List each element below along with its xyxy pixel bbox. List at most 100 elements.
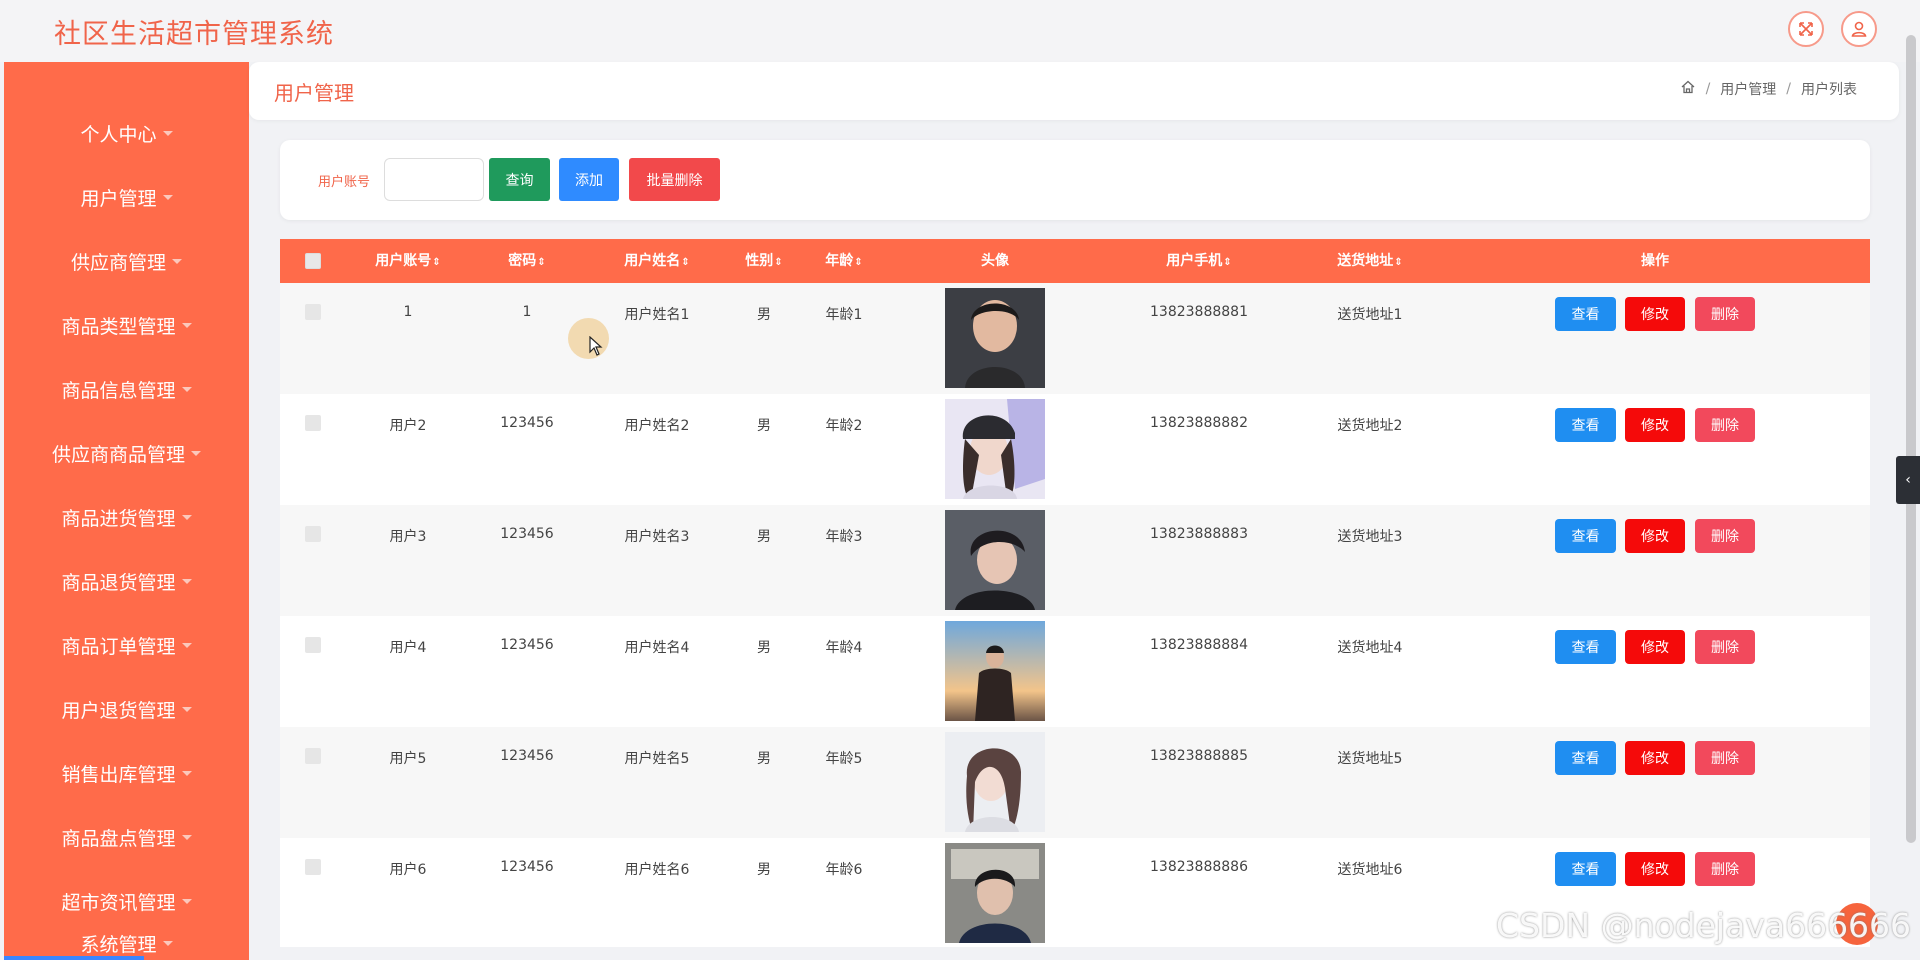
row-checkbox[interactable] — [305, 859, 321, 875]
cell-gender: 男 — [757, 751, 771, 767]
sidebar-item-product-info-management[interactable]: 商品信息管理 — [4, 369, 249, 409]
breadcrumb-user-management[interactable]: 用户管理 — [1720, 79, 1776, 99]
cell-phone: 13823888886 — [1150, 859, 1248, 875]
user-table: 用户账号⇕ 密码⇕ 用户姓名⇕ 性别⇕ 年龄⇕ 头像 用户手机⇕ 送货地址⇕ 操… — [280, 239, 1870, 947]
edit-button[interactable]: 修改 — [1625, 297, 1685, 331]
sidebar-item-supplier-management[interactable]: 供应商管理 — [4, 241, 249, 281]
edit-button[interactable]: 修改 — [1625, 852, 1685, 886]
edit-button[interactable]: 修改 — [1625, 519, 1685, 553]
column-header-age[interactable]: 年龄⇕ — [825, 239, 862, 283]
sidebar: 个人中心 用户管理 供应商管理 商品类型管理 商品信息管理 供应商商品管理 商品… — [4, 62, 249, 960]
avatar — [945, 732, 1045, 832]
home-icon[interactable] — [1680, 79, 1696, 99]
caret-down-icon — [181, 514, 192, 520]
row-checkbox[interactable] — [305, 748, 321, 764]
sidebar-item-system-management[interactable]: 系统管理 — [4, 923, 249, 960]
sidebar-item-purchase-management[interactable]: 商品进货管理 — [4, 497, 249, 537]
cell-name: 用户姓名5 — [624, 751, 690, 767]
cell-password: 1 — [522, 304, 532, 320]
sidebar-item-order-management[interactable]: 商品订单管理 — [4, 625, 249, 665]
cell-address: 送货地址2 — [1337, 418, 1403, 434]
chevron-left-icon[interactable]: ‹ — [1896, 456, 1920, 504]
cell-account: 用户5 — [389, 751, 427, 767]
add-button[interactable]: 添加 — [559, 158, 619, 201]
sidebar-item-product-type-management[interactable]: 商品类型管理 — [4, 305, 249, 345]
delete-button[interactable]: 删除 — [1695, 852, 1755, 886]
row-checkbox[interactable] — [305, 637, 321, 653]
sidebar-item-user-management[interactable]: 用户管理 — [4, 177, 249, 217]
cell-phone: 13823888885 — [1150, 748, 1248, 764]
sort-icon: ⇕ — [774, 257, 783, 268]
cell-gender: 男 — [757, 640, 771, 656]
row-checkbox[interactable] — [305, 526, 321, 542]
bulk-delete-button[interactable]: 批量删除 — [629, 158, 720, 201]
table-row: 1 1 用户姓名1 男 年龄1 13823888881 送货地址1 查看 修改 … — [280, 283, 1870, 394]
caret-down-icon — [162, 194, 173, 200]
caret-down-icon — [172, 258, 182, 264]
top-bar: 社区生活超市管理系统 — [0, 0, 1920, 62]
cell-age: 年龄6 — [825, 862, 863, 878]
sort-icon: ⇕ — [854, 257, 863, 268]
view-button[interactable]: 查看 — [1555, 519, 1616, 553]
table-row: 用户5 123456 用户姓名5 男 年龄5 13823888885 送货地址5… — [280, 727, 1870, 838]
sort-icon: ⇕ — [1223, 257, 1232, 268]
cell-gender: 男 — [757, 529, 771, 545]
cell-name: 用户姓名1 — [624, 307, 690, 323]
account-search-input[interactable] — [384, 158, 484, 201]
column-header-avatar: 头像 — [981, 253, 1009, 269]
edit-button[interactable]: 修改 — [1625, 408, 1685, 442]
sidebar-item-inventory-check-management[interactable]: 商品盘点管理 — [4, 817, 249, 857]
edit-button[interactable]: 修改 — [1625, 741, 1685, 775]
row-checkbox[interactable] — [305, 304, 321, 320]
caret-down-icon — [181, 386, 192, 392]
caret-down-icon — [162, 130, 173, 136]
view-button[interactable]: 查看 — [1555, 408, 1616, 442]
cell-name: 用户姓名2 — [624, 418, 690, 434]
cell-password: 123456 — [500, 526, 554, 542]
breadcrumb-separator: / — [1786, 81, 1791, 97]
view-button[interactable]: 查看 — [1555, 741, 1616, 775]
row-checkbox[interactable] — [305, 415, 321, 431]
column-header-account[interactable]: 用户账号⇕ — [375, 239, 440, 283]
table-row: 用户2 123456 用户姓名2 男 年龄2 13823888882 送货地址2… — [280, 394, 1870, 505]
user-icon[interactable] — [1841, 11, 1877, 47]
cell-account: 用户3 — [389, 529, 427, 545]
query-button[interactable]: 查询 — [489, 158, 550, 201]
sidebar-item-user-return-management[interactable]: 用户退货管理 — [4, 689, 249, 729]
select-all-checkbox[interactable] — [305, 253, 321, 269]
sidebar-item-sales-outbound-management[interactable]: 销售出库管理 — [4, 753, 249, 793]
column-header-address[interactable]: 送货地址⇕ — [1337, 239, 1402, 283]
view-button[interactable]: 查看 — [1555, 297, 1616, 331]
avatar — [945, 399, 1045, 499]
delete-button[interactable]: 删除 — [1695, 630, 1755, 664]
sidebar-item-supplier-product-management[interactable]: 供应商商品管理 — [4, 433, 249, 473]
cell-password: 123456 — [500, 637, 554, 653]
cell-address: 送货地址5 — [1337, 751, 1403, 767]
cell-age: 年龄2 — [825, 418, 863, 434]
column-header-gender[interactable]: 性别⇕ — [745, 239, 782, 283]
caret-down-icon — [181, 770, 192, 776]
view-button[interactable]: 查看 — [1555, 630, 1616, 664]
cell-phone: 13823888884 — [1150, 637, 1248, 653]
page-scrollbar[interactable] — [1906, 35, 1916, 843]
cell-name: 用户姓名3 — [624, 529, 690, 545]
sidebar-item-product-return-management[interactable]: 商品退货管理 — [4, 561, 249, 601]
app-title: 社区生活超市管理系统 — [54, 19, 334, 50]
cell-age: 年龄1 — [825, 307, 863, 323]
delete-button[interactable]: 删除 — [1695, 297, 1755, 331]
column-header-password[interactable]: 密码⇕ — [508, 239, 545, 283]
delete-button[interactable]: 删除 — [1695, 741, 1755, 775]
cell-age: 年龄4 — [825, 640, 863, 656]
column-header-phone[interactable]: 用户手机⇕ — [1166, 239, 1231, 283]
sidebar-item-news-management[interactable]: 超市资讯管理 — [4, 881, 249, 921]
sidebar-item-personal-center[interactable]: 个人中心 — [4, 113, 249, 153]
view-button[interactable]: 查看 — [1555, 852, 1616, 886]
delete-button[interactable]: 删除 — [1695, 519, 1755, 553]
column-header-name[interactable]: 用户姓名⇕ — [624, 239, 689, 283]
caret-down-icon — [162, 940, 173, 946]
table-row: 用户3 123456 用户姓名3 男 年龄3 13823888883 送货地址3… — [280, 505, 1870, 616]
delete-button[interactable]: 删除 — [1695, 408, 1755, 442]
sort-icon: ⇕ — [537, 257, 546, 268]
edit-button[interactable]: 修改 — [1625, 630, 1685, 664]
fullscreen-icon[interactable] — [1788, 11, 1824, 47]
